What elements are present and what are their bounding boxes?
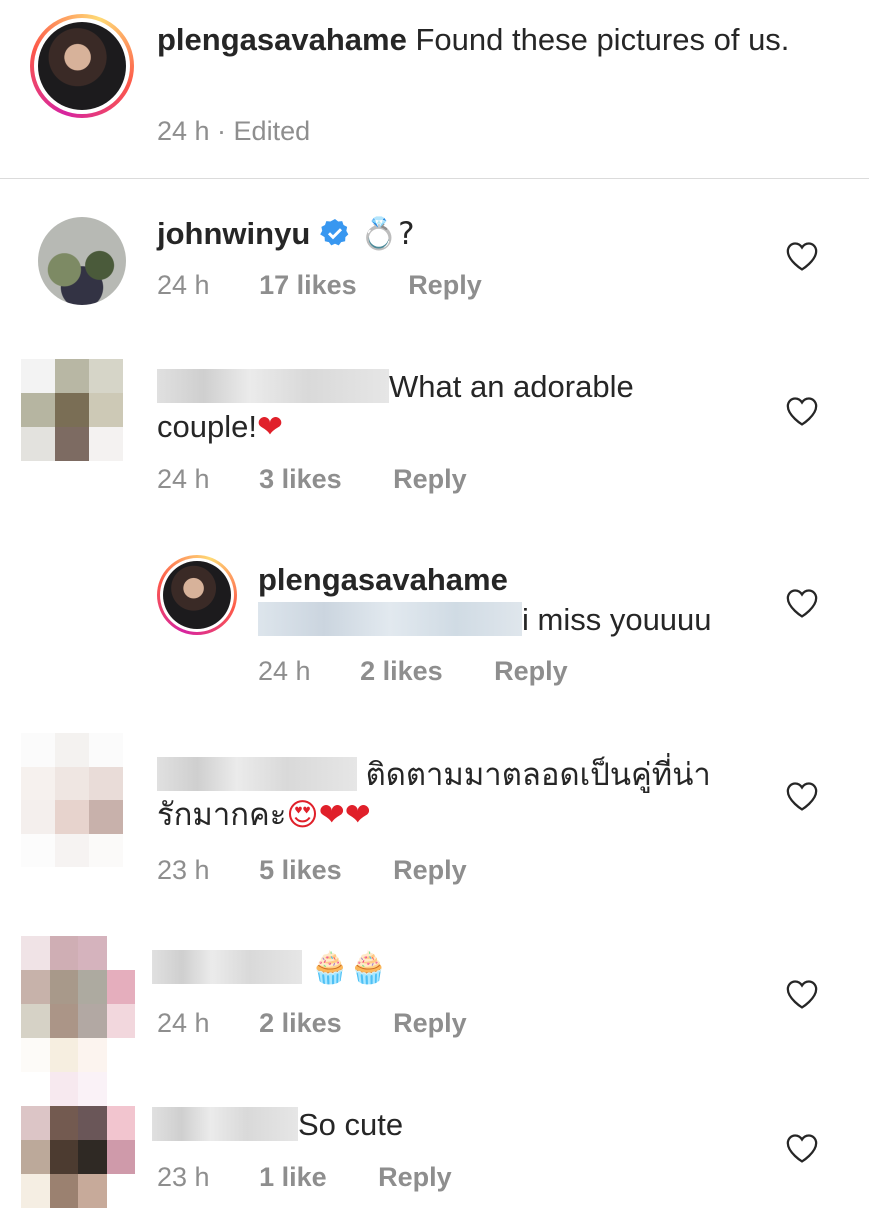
reply-button[interactable]: Reply bbox=[393, 1008, 467, 1038]
comment-text: johnwinyu 💍? bbox=[157, 214, 415, 254]
comment-text-body-2: couple! bbox=[157, 409, 257, 444]
blurred-username[interactable] bbox=[157, 757, 357, 791]
comment-text-body: i miss youuuu bbox=[522, 602, 712, 637]
comment-text: plengasavahame i miss youuuu bbox=[258, 560, 778, 640]
comment-meta: 24 h 3 likes Reply bbox=[157, 463, 467, 495]
post-author-username[interactable]: plengasavahame bbox=[157, 22, 407, 57]
comment-text: 🧁🧁 bbox=[152, 948, 772, 988]
blurred-mention[interactable] bbox=[258, 602, 522, 636]
comment-likes[interactable]: 2 likes bbox=[360, 656, 443, 686]
post-timestamp: 24 h · Edited bbox=[157, 116, 311, 146]
reply-button[interactable]: Reply bbox=[393, 464, 467, 494]
comment-text-body: 💍? bbox=[359, 216, 415, 252]
divider bbox=[0, 178, 869, 179]
comment-time: 24 h bbox=[157, 270, 210, 300]
comment-likes[interactable]: 1 like bbox=[259, 1162, 327, 1192]
comment-likes[interactable]: 2 likes bbox=[259, 1008, 342, 1038]
comment-time: 24 h bbox=[157, 464, 210, 494]
post-author-avatar[interactable] bbox=[30, 14, 134, 118]
comment-text-body: ติดตามมาตลอดเป็นคู่ที่น่า bbox=[365, 757, 711, 792]
comment-time: 24 h bbox=[258, 656, 311, 686]
comment-username[interactable]: johnwinyu bbox=[157, 216, 310, 251]
post-caption: plengasavahame Found these pictures of u… bbox=[157, 20, 817, 60]
comment-username[interactable]: plengasavahame bbox=[258, 562, 508, 597]
heart-outline-icon[interactable] bbox=[785, 587, 819, 619]
comment-meta: 24 h 17 likes Reply bbox=[157, 269, 482, 301]
heart-outline-icon[interactable] bbox=[785, 395, 819, 427]
commenter-avatar[interactable] bbox=[21, 936, 135, 1106]
heart-outline-icon[interactable] bbox=[785, 780, 819, 812]
reply-button[interactable]: Reply bbox=[393, 855, 467, 885]
comment-text-body-2: รักมากคะ bbox=[157, 797, 287, 832]
comment-text-body: So cute bbox=[298, 1107, 404, 1142]
reply-button[interactable]: Reply bbox=[408, 270, 482, 300]
reply-button[interactable]: Reply bbox=[494, 656, 568, 686]
comment-text: So cute bbox=[152, 1105, 772, 1145]
blurred-username[interactable] bbox=[157, 369, 389, 403]
heart-outline-icon[interactable] bbox=[785, 240, 819, 272]
commenter-avatar[interactable] bbox=[157, 555, 237, 635]
emoji-sequence: 😍❤❤ bbox=[286, 797, 371, 833]
comment-time: 23 h bbox=[157, 1162, 210, 1192]
comment-meta: 24 h 2 likes Reply bbox=[258, 655, 568, 687]
commenter-avatar[interactable] bbox=[38, 217, 126, 305]
blurred-username[interactable] bbox=[152, 1107, 298, 1141]
heart-outline-icon[interactable] bbox=[785, 978, 819, 1010]
heart-outline-icon[interactable] bbox=[785, 1132, 819, 1164]
comment-likes[interactable]: 3 likes bbox=[259, 464, 342, 494]
blurred-username[interactable] bbox=[152, 950, 302, 984]
comment-text-body: What an adorable bbox=[389, 369, 634, 404]
comment-meta: 23 h 1 like Reply bbox=[157, 1161, 452, 1193]
comment-text: What an adorable couple!❤ bbox=[157, 367, 777, 447]
commenter-avatar[interactable] bbox=[21, 733, 123, 867]
commenter-avatar[interactable] bbox=[21, 359, 123, 461]
comment-likes[interactable]: 5 likes bbox=[259, 855, 342, 885]
commenter-avatar[interactable] bbox=[21, 1106, 135, 1208]
cupcake-emoji: 🧁🧁 bbox=[310, 950, 388, 986]
red-heart-emoji: ❤ bbox=[256, 409, 283, 445]
post-caption-text: Found these pictures of us. bbox=[415, 22, 790, 57]
reply-button[interactable]: Reply bbox=[378, 1162, 452, 1192]
comment-meta: 23 h 5 likes Reply bbox=[157, 854, 467, 886]
verified-badge-icon bbox=[320, 219, 349, 246]
comment-meta: 24 h 2 likes Reply bbox=[157, 1007, 467, 1039]
comment-time: 23 h bbox=[157, 855, 210, 885]
comment-time: 24 h bbox=[157, 1008, 210, 1038]
comment-likes[interactable]: 17 likes bbox=[259, 270, 357, 300]
comment-text: ติดตามมาตลอดเป็นคู่ที่น่า รักมากคะ😍❤❤ bbox=[157, 755, 777, 835]
